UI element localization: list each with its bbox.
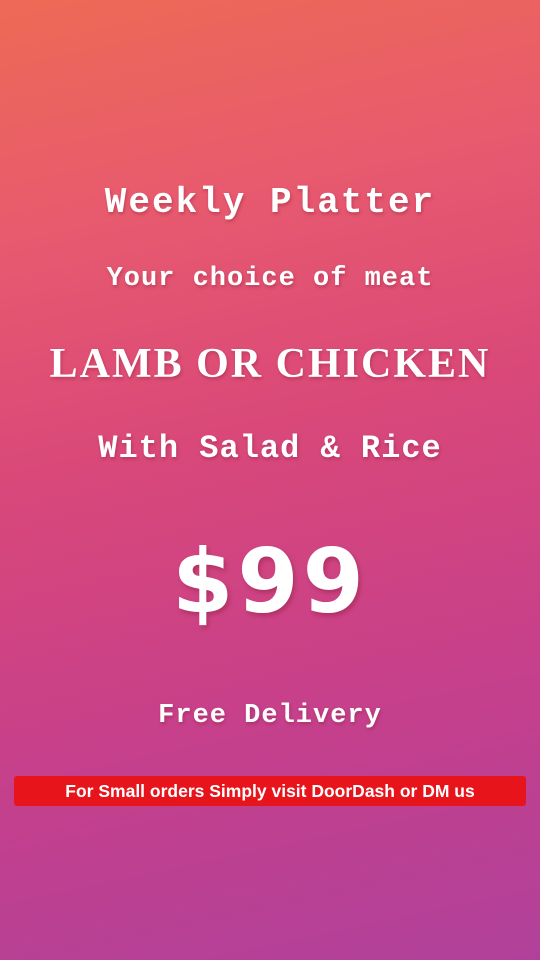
delivery-text: Free Delivery [158,701,382,731]
sides-text: With Salad & Rice [98,430,442,467]
meat-options: LAMB OR CHICKEN [49,341,491,387]
platter-title: Weekly Platter [104,182,436,223]
meat-choice-subtitle: Your choice of meat [106,264,434,294]
banner-text: For Small orders Simply visit DoorDash o… [65,780,475,801]
price-text: $99 [172,530,368,633]
small-orders-banner: For Small orders Simply visit DoorDash o… [14,776,526,806]
